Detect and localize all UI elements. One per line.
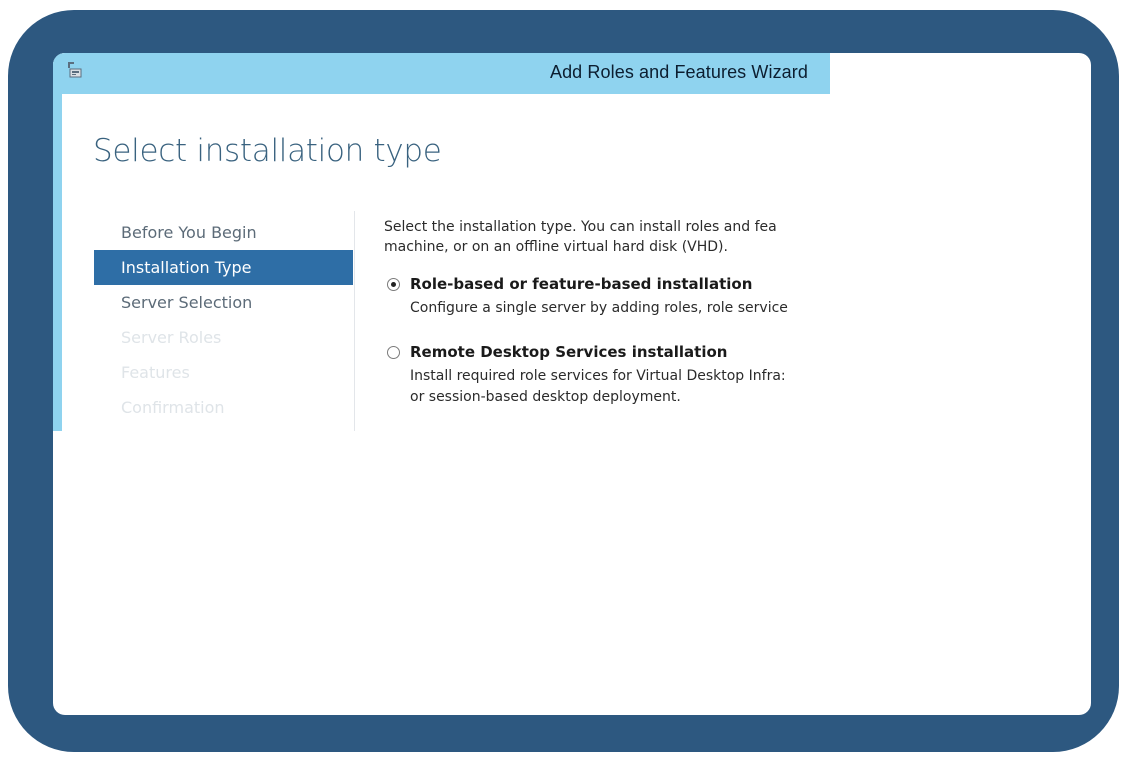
description-line-1: Select the installation type. You can in… [384,219,777,235]
option-remote-desktop[interactable]: Remote Desktop Services installation Ins… [384,342,830,408]
option-role-based-description: Configure a single server by adding role… [410,300,788,316]
nav-item-before-you-begin[interactable]: Before You Begin [94,215,353,250]
nav-item-installation-type[interactable]: Installation Type [94,250,353,285]
option-remote-desktop-label[interactable]: Remote Desktop Services installation [410,342,830,363]
window-title: Add Roles and Features Wizard [549,62,808,82]
wizard-nav: Before You Begin Installation Type Serve… [94,215,353,425]
screenshot-card: Add Roles and Features Wizard Select ins… [53,53,1091,715]
nav-item-features: Features [121,363,190,382]
window-left-border [53,53,62,431]
nav-item-server-roles: Server Roles [121,328,222,347]
content-pane: Select the installation type. You can in… [384,217,830,408]
wizard-window: Add Roles and Features Wizard Select ins… [53,53,830,431]
page-title: Select installation type [93,133,442,169]
option-remote-desktop-description-1: Install required role services for Virtu… [410,368,786,384]
description-line-2: machine, or on an offline virtual hard d… [384,239,728,255]
radio-role-based[interactable] [387,278,400,291]
nav-divider [354,211,355,431]
radio-remote-desktop[interactable] [387,346,400,359]
option-role-based[interactable]: Role-based or feature-based installation… [384,274,830,319]
nav-item-confirmation: Confirmation [121,398,225,417]
option-role-based-label[interactable]: Role-based or feature-based installation [410,274,830,295]
title-bar[interactable]: Add Roles and Features Wizard [53,53,830,94]
nav-item-server-selection[interactable]: Server Selection [94,285,353,320]
option-remote-desktop-description-2: or session-based desktop deployment. [410,389,681,405]
